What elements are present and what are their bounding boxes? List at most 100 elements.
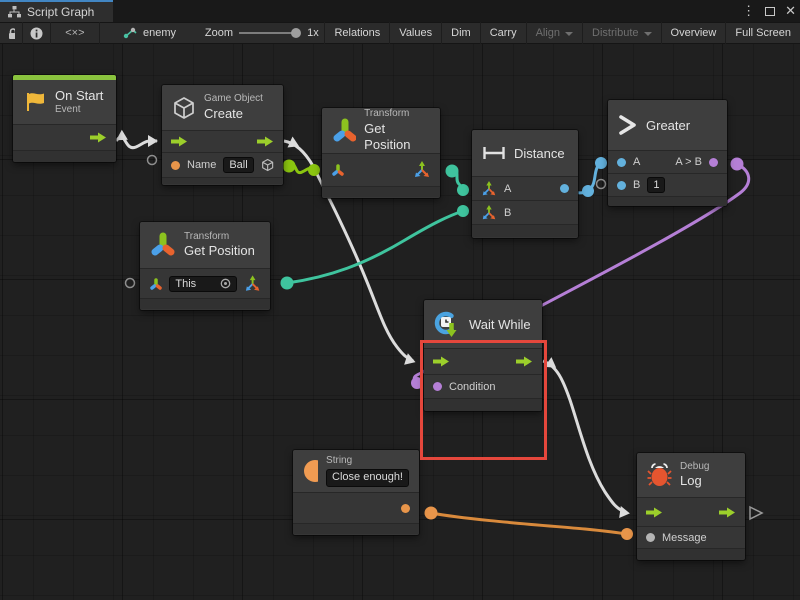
node-distance[interactable]: Distance A B — [472, 130, 578, 238]
node-get-position-1[interactable]: Transform Get Position — [322, 108, 440, 198]
node-footer — [322, 186, 440, 197]
b-value-input[interactable]: 1 — [647, 177, 665, 193]
transform-in-port[interactable] — [149, 277, 162, 291]
node-category: Transform — [184, 231, 255, 244]
zoom-slider[interactable] — [239, 32, 297, 34]
node-footer — [472, 224, 578, 237]
lock-icon — [7, 27, 15, 40]
zoom-value: 1x — [307, 27, 319, 39]
vector3-out-port[interactable] — [413, 161, 431, 179]
vector3-in-port-b[interactable] — [481, 205, 497, 221]
float-in-port-a[interactable] — [617, 158, 626, 167]
values-button[interactable]: Values — [390, 22, 441, 44]
lock-button[interactable] — [0, 22, 22, 44]
flow-out-port[interactable] — [257, 136, 274, 147]
dim-button[interactable]: Dim — [442, 22, 480, 44]
flow-out-port[interactable] — [719, 507, 736, 518]
wire-onstart-to-create — [116, 137, 157, 148]
string-value-input[interactable]: Close enough! — [326, 469, 409, 487]
object-picker-icon[interactable] — [220, 278, 231, 289]
port-label-b: B — [504, 207, 511, 219]
node-title: Greater — [646, 118, 690, 133]
node-debug-log[interactable]: Debug Log Message — [637, 453, 745, 560]
object-in-port[interactable] — [646, 533, 655, 542]
tab-script-graph[interactable]: Script Graph — [0, 0, 113, 22]
window-maximize-button[interactable] — [765, 7, 775, 16]
string-out-port[interactable] — [401, 504, 410, 513]
name-input[interactable]: Ball — [223, 157, 253, 173]
carry-button[interactable]: Carry — [481, 22, 526, 44]
graph-canvas[interactable]: On Start Event Game Object Create — [0, 44, 800, 600]
node-title: Wait While — [469, 317, 531, 332]
node-footer — [637, 548, 745, 560]
condition-label: Condition — [449, 381, 495, 393]
target-object-picker[interactable]: This — [169, 276, 236, 292]
transform-icon — [150, 232, 176, 258]
overview-button[interactable]: Overview — [662, 22, 726, 44]
relations-button[interactable]: Relations — [325, 22, 389, 44]
full-screen-button[interactable]: Full Screen — [726, 22, 800, 44]
port-label-a: A — [504, 183, 511, 195]
code-view-button[interactable]: <×> — [51, 22, 99, 44]
info-icon — [30, 27, 43, 40]
graph-toolbar: <×> enemy Zoom 1x Relations Values Dim C… — [0, 22, 800, 44]
node-string[interactable]: String Close enough! — [293, 450, 419, 535]
node-category: Game Object — [204, 93, 263, 106]
vector3-out-port[interactable] — [244, 275, 261, 293]
node-footer — [140, 298, 270, 309]
zoom-label: Zoom — [205, 27, 233, 39]
transform-icon — [332, 118, 356, 144]
graph-name: enemy — [143, 27, 176, 39]
flow-out-port[interactable] — [516, 356, 533, 367]
output-label: A > B — [675, 156, 702, 168]
graph-breadcrumb[interactable]: enemy — [114, 22, 185, 44]
transform-in-port[interactable] — [331, 163, 345, 177]
node-title: Get Position — [184, 243, 255, 259]
greater-icon — [618, 114, 638, 136]
node-title: Get Position — [364, 121, 430, 154]
node-create[interactable]: Game Object Create Name Ball — [162, 85, 283, 185]
node-footer — [162, 177, 283, 184]
node-title: On Start — [55, 88, 103, 104]
flow-in-port[interactable] — [646, 507, 663, 518]
node-footer — [13, 150, 116, 162]
tab-title: Script Graph — [27, 5, 94, 19]
node-title: Create — [204, 106, 263, 122]
info-button[interactable] — [23, 22, 50, 44]
flow-out-port[interactable] — [90, 132, 107, 143]
wire-waitwhile-to-log — [543, 361, 626, 513]
node-footer — [608, 196, 727, 206]
wire-getposition1-to-distance-a — [452, 171, 463, 190]
node-get-position-2[interactable]: Transform Get Position This — [140, 222, 270, 310]
node-category: Debug — [680, 461, 709, 474]
node-greater[interactable]: Greater A A > B B 1 — [608, 100, 727, 206]
bug-icon — [647, 462, 672, 488]
wire-getposition2-to-distance-b — [287, 211, 463, 283]
string-port[interactable] — [171, 161, 180, 170]
graph-node-icon — [123, 27, 137, 39]
node-category: Transform — [364, 108, 430, 121]
bool-in-port[interactable] — [433, 382, 442, 391]
bool-out-port[interactable] — [709, 158, 718, 167]
port-label-a: A — [633, 156, 640, 168]
vector3-in-port-a[interactable] — [481, 181, 497, 197]
code-icon: <×> — [65, 27, 84, 39]
window-close-button[interactable]: ✕ — [785, 0, 796, 22]
node-title: Log — [680, 473, 709, 489]
wait-clock-icon — [434, 311, 461, 338]
gameobject-cube-icon — [172, 96, 196, 120]
unconnected-flow-triangle — [750, 507, 762, 519]
message-label: Message — [662, 532, 707, 544]
wire-create-to-getposition1 — [289, 164, 314, 172]
window-menu-button[interactable]: ⋮ — [742, 0, 755, 22]
gameobject-out-port[interactable] — [261, 158, 274, 172]
flow-in-port[interactable] — [171, 136, 188, 147]
float-out-port[interactable] — [560, 184, 569, 193]
float-in-port-b[interactable] — [617, 181, 626, 190]
node-on-start[interactable]: On Start Event — [13, 75, 116, 162]
zoom-slider-handle[interactable] — [291, 28, 301, 38]
node-wait-while[interactable]: Wait While Condition — [424, 300, 542, 411]
port-label-b: B — [633, 179, 640, 191]
script-graph-icon — [8, 6, 21, 18]
flow-in-port[interactable] — [433, 356, 450, 367]
